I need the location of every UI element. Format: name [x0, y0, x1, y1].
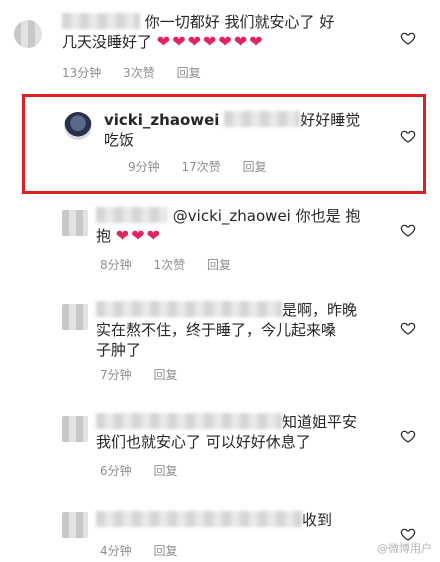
- username-blurred: [62, 13, 140, 29]
- avatar-blurred: [62, 416, 88, 442]
- username-blurred: [96, 207, 168, 223]
- like-heart-icon[interactable]: [400, 222, 416, 238]
- comment-2: vicki_zhaowei 好好睡觉 吃饭 9分钟 17次赞 回复: [0, 94, 440, 194]
- comment-meta: 9分钟 17次赞 回复: [128, 158, 285, 175]
- reply-button[interactable]: 回复: [207, 258, 231, 272]
- like-heart-icon[interactable]: [400, 428, 416, 444]
- avatar: [64, 112, 92, 140]
- comment-text: 你一切都好 我们就安心了 好 几天没睡好了 ❤❤❤❤❤❤❤: [62, 13, 335, 51]
- username[interactable]: vicki_zhaowei: [104, 111, 219, 129]
- like-count[interactable]: 1次赞: [153, 258, 185, 272]
- username-blurred: [96, 413, 282, 429]
- timestamp: 6分钟: [100, 464, 132, 478]
- comment-text: @vicki_zhaowei 你也是 抱 抱 ❤❤❤: [96, 207, 361, 245]
- comment-text: vicki_zhaowei 好好睡觉 吃饭: [104, 111, 361, 149]
- comment-6: 收到 4分钟 回复: [0, 506, 440, 562]
- timestamp: 7分钟: [100, 368, 132, 382]
- like-heart-icon[interactable]: [400, 128, 416, 144]
- reply-button[interactable]: 回复: [153, 544, 177, 558]
- like-count[interactable]: 17次赞: [181, 160, 220, 174]
- username-blurred: [96, 511, 302, 527]
- heart-emoji-icon: ❤❤❤❤❤❤❤: [156, 32, 265, 51]
- comment-meta: 8分钟 1次赞 回复: [100, 256, 249, 273]
- mention-link[interactable]: @vicki_zhaowei: [173, 207, 291, 225]
- timestamp: 13分钟: [62, 66, 102, 80]
- timestamp: 8分钟: [100, 258, 132, 272]
- reply-button[interactable]: 回复: [153, 368, 177, 382]
- watermark: @微博用户: [377, 542, 432, 555]
- reply-button[interactable]: 回复: [153, 464, 177, 478]
- comment-text: 知道姐平安 我们也就安心了 可以好好休息了: [96, 413, 358, 451]
- like-heart-icon[interactable]: [400, 30, 416, 46]
- comment-text: 是啊，昨晚 实在熬不住，终于睡了，今儿起来嗓 子肿了: [96, 301, 358, 359]
- username-blurred: [96, 301, 282, 317]
- avatar-blurred: [14, 20, 42, 48]
- timestamp: 4分钟: [100, 544, 132, 558]
- comment-meta: 6分钟 回复: [100, 462, 195, 479]
- text-blurred: [224, 111, 301, 127]
- comment-5: 知道姐平安 我们也就安心了 可以好好休息了 6分钟 回复: [0, 406, 440, 492]
- comment-3: @vicki_zhaowei 你也是 抱 抱 ❤❤❤ 8分钟 1次赞 回复: [0, 200, 440, 280]
- comment-meta: 7分钟 回复: [100, 366, 195, 383]
- comment-1: 你一切都好 我们就安心了 好 几天没睡好了 ❤❤❤❤❤❤❤ 13分钟 3次赞 回…: [0, 0, 440, 85]
- comment-meta: 4分钟 回复: [100, 542, 195, 559]
- comment-text: 收到: [96, 510, 386, 530]
- avatar-blurred: [62, 512, 88, 538]
- like-count[interactable]: 3次赞: [123, 66, 155, 80]
- timestamp: 9分钟: [128, 160, 160, 174]
- comment-meta: 13分钟 3次赞 回复: [62, 64, 219, 81]
- heart-emoji-icon: ❤❤❤: [115, 226, 163, 245]
- like-heart-icon[interactable]: [400, 320, 416, 336]
- avatar-blurred: [62, 304, 88, 330]
- reply-button[interactable]: 回复: [243, 160, 267, 174]
- comment-4: 是啊，昨晚 实在熬不住，终于睡了，今儿起来嗓 子肿了 7分钟 回复: [0, 292, 440, 392]
- avatar-blurred: [62, 210, 88, 236]
- reply-button[interactable]: 回复: [177, 66, 201, 80]
